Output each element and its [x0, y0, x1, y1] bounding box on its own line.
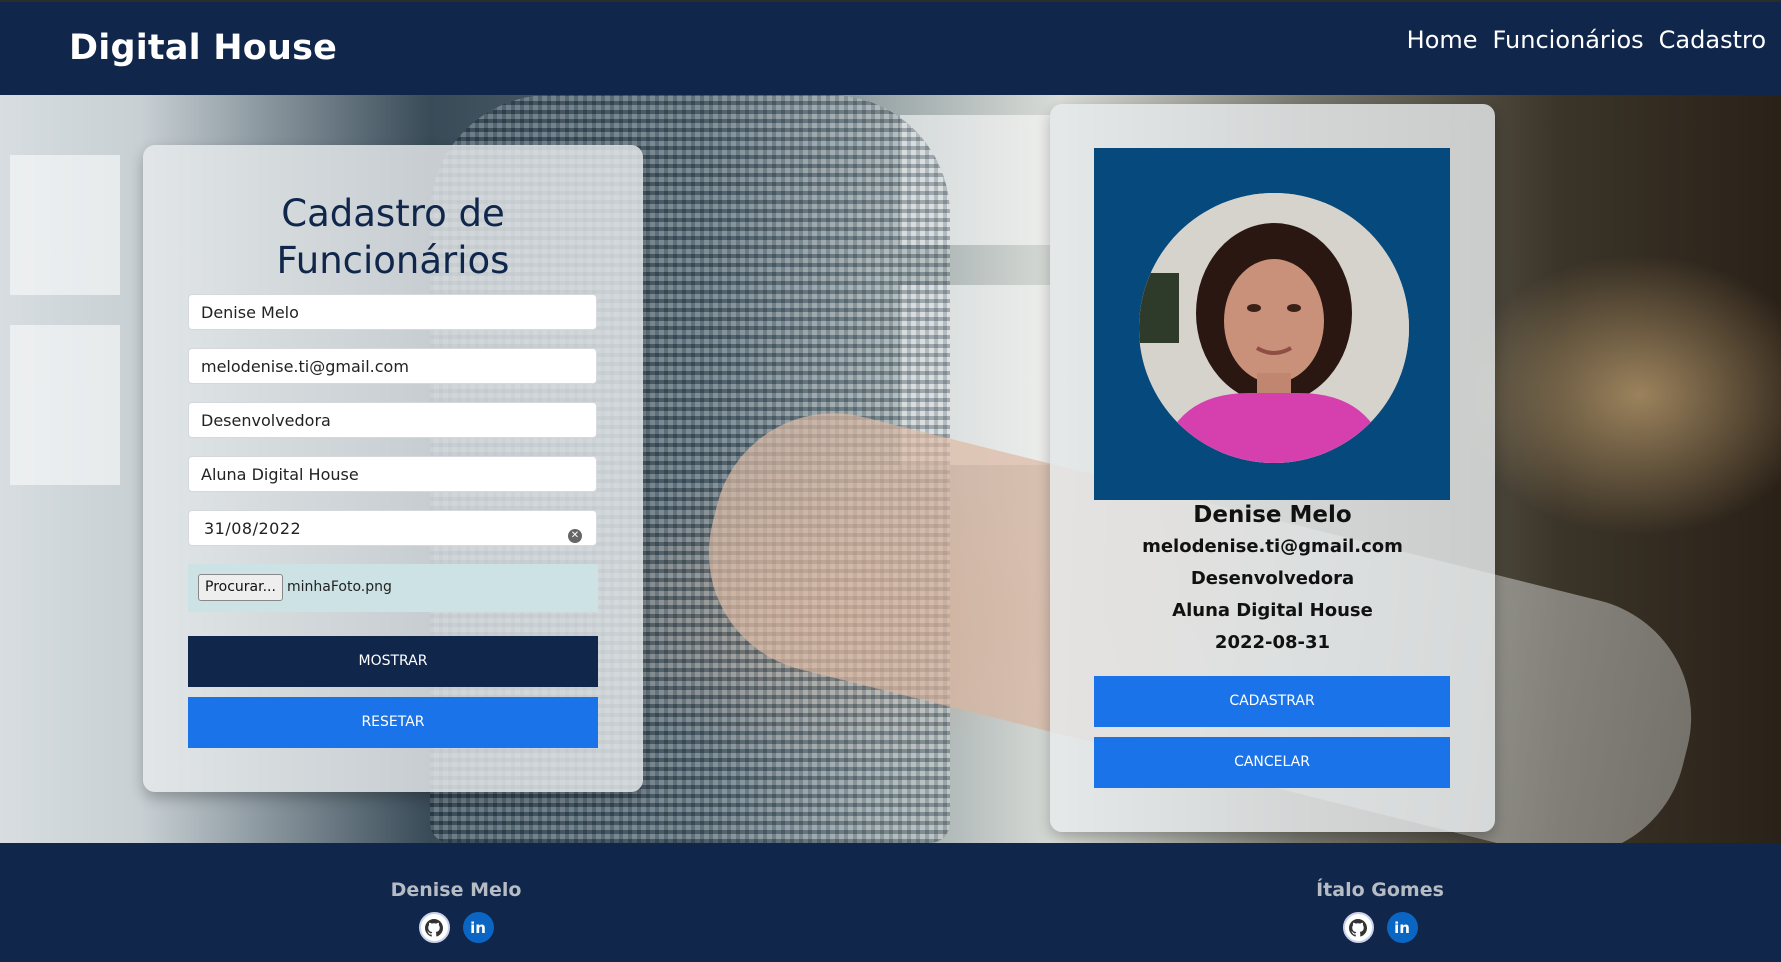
cancel-button[interactable]: CANCELAR: [1094, 737, 1450, 788]
register-button[interactable]: CADASTRAR: [1094, 676, 1450, 727]
nav-home-link[interactable]: Home: [1407, 26, 1478, 54]
date-input[interactable]: [188, 510, 597, 546]
github-icon[interactable]: [418, 912, 450, 943]
form-title-line-1: Cadastro de: [281, 192, 505, 235]
nav-cadastro-link[interactable]: Cadastro: [1659, 26, 1766, 54]
browse-file-button[interactable]: Procurar...: [198, 574, 283, 601]
credit-name: Ítalo Gomes: [1316, 879, 1444, 901]
footer: Denise Melo in Ítalo Gomes in: [0, 843, 1781, 962]
main-nav: Home Funcionários Cadastro: [1407, 26, 1766, 54]
role-input[interactable]: [188, 402, 597, 438]
registration-form-card: Cadastro de Funcionários ✕ Procurar... m…: [143, 145, 643, 792]
employee-preview-card: Denise Melo melodenise.ti@gmail.com Dese…: [1050, 104, 1495, 832]
preview-email: melodenise.ti@gmail.com: [1142, 536, 1403, 557]
preview-role: Desenvolvedora: [1190, 568, 1355, 589]
form-title: Cadastro de Funcionários: [143, 190, 643, 284]
credit-name: Denise Melo: [390, 879, 522, 901]
email-input[interactable]: [188, 348, 597, 384]
employee-photo-illustration: [1139, 193, 1409, 463]
company-input[interactable]: [188, 456, 597, 492]
preview-company: Aluna Digital House: [1172, 600, 1373, 621]
form-title-line-2: Funcionários: [276, 239, 510, 282]
github-icon[interactable]: [1342, 912, 1374, 943]
linkedin-icon[interactable]: in: [1386, 912, 1418, 943]
preview-date: 2022-08-31: [1214, 632, 1331, 653]
linkedin-icon[interactable]: in: [462, 912, 494, 943]
name-input[interactable]: [188, 294, 597, 330]
selected-file-name: minhaFoto.png: [287, 579, 392, 595]
photo-frame: [1094, 148, 1450, 500]
credit-denise: Denise Melo in: [356, 879, 556, 943]
navbar: Digital House Home Funcionários Cadastro: [0, 2, 1781, 95]
credit-italo: Ítalo Gomes in: [1280, 879, 1480, 943]
show-button[interactable]: MOSTRAR: [188, 636, 598, 687]
window-pane: [10, 325, 120, 485]
employee-photo: [1139, 193, 1409, 463]
clear-date-icon[interactable]: ✕: [568, 529, 582, 543]
reset-button[interactable]: RESETAR: [188, 697, 598, 748]
window-pane: [10, 155, 120, 295]
brand-logo[interactable]: Digital House: [69, 28, 337, 68]
preview-name: Denise Melo: [1193, 502, 1352, 528]
nav-funcionarios-link[interactable]: Funcionários: [1493, 26, 1644, 54]
photo-file-input: Procurar... minhaFoto.png: [188, 564, 598, 612]
